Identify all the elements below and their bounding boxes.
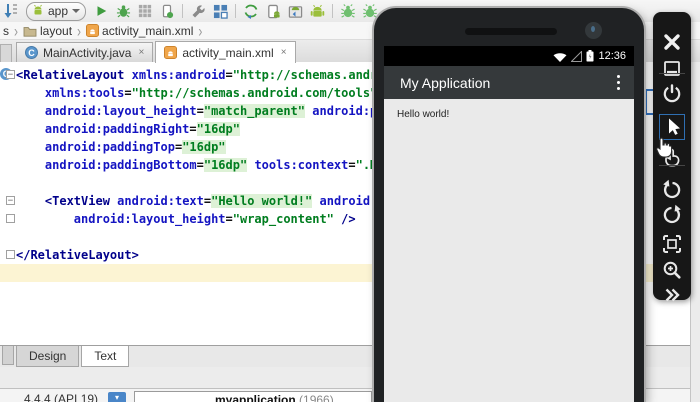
emulator-screen[interactable]: 12:36 My Application Hello world! xyxy=(384,46,634,402)
gradle-sync-button[interactable] xyxy=(242,2,260,20)
fold-marker-icon[interactable]: − xyxy=(6,196,15,206)
device-selector[interactable]: 4.4.4 (API 19) xyxy=(24,392,98,402)
editor-gutter xyxy=(0,84,16,102)
code-text: <TextView android:text="Hello world!" an… xyxy=(44,194,407,208)
tab-design[interactable]: Design xyxy=(16,346,80,367)
signal-icon xyxy=(571,50,583,62)
tab-stub xyxy=(2,346,14,365)
android-monitor-button[interactable] xyxy=(339,2,357,20)
run-config-label: app xyxy=(48,4,69,18)
process-selector[interactable]: myapplication (1966) xyxy=(134,391,372,402)
rotate-right-icon[interactable] xyxy=(660,203,684,227)
toolbar-separator xyxy=(332,4,334,18)
rotate-left-icon[interactable] xyxy=(660,178,684,202)
run-configuration-dropdown[interactable]: app xyxy=(26,1,87,21)
sdk-manager-button[interactable] xyxy=(286,2,304,20)
device-monitor-button[interactable] xyxy=(361,2,379,20)
editor-gutter xyxy=(0,156,16,174)
power-icon[interactable] xyxy=(660,82,684,106)
editor-gutter xyxy=(0,246,16,264)
tab-mainactivity-java[interactable]: C MainActivity.java × xyxy=(16,42,154,62)
device-manager-button[interactable] xyxy=(264,2,282,20)
code-text: android:paddingRight="16dp" xyxy=(44,122,240,136)
status-time: 12:36 xyxy=(598,50,626,62)
toolbar-separator xyxy=(659,73,685,74)
xml-file-icon xyxy=(164,46,178,59)
fold-marker-icon[interactable]: − xyxy=(6,70,15,80)
folder-icon xyxy=(23,26,37,37)
editor-gutter xyxy=(0,174,16,192)
screenshot-icon[interactable] xyxy=(660,232,684,256)
editor-scroll-column[interactable] xyxy=(690,62,700,402)
phone-speaker xyxy=(465,28,557,35)
edit-lines-icon[interactable] xyxy=(2,2,20,20)
toolbar-separator xyxy=(659,165,685,166)
code-text: xmlns:tools="http://schemas.android.com/… xyxy=(44,86,406,100)
battery-icon xyxy=(586,50,594,62)
editor-gutter xyxy=(0,210,16,228)
breadcrumb-separator: › xyxy=(14,20,18,41)
hello-world-text: Hello world! xyxy=(397,109,450,120)
avd-manager-button[interactable] xyxy=(308,2,326,20)
process-name: myapplication xyxy=(215,393,296,402)
device-filter-button[interactable]: ▾ xyxy=(108,392,126,402)
tab-close-icon[interactable]: × xyxy=(281,47,287,58)
run-button[interactable] xyxy=(92,2,110,20)
emulator-window: 12:36 My Application Hello world! xyxy=(374,8,644,402)
android-robot-icon xyxy=(32,4,44,19)
fold-marker-icon[interactable] xyxy=(6,250,15,259)
app-title: My Application xyxy=(400,74,491,91)
editor-gutter xyxy=(0,102,16,120)
debug-button[interactable] xyxy=(114,2,132,20)
code-text: android:layout_height="wrap_content" /> xyxy=(73,212,356,226)
overflow-menu-icon[interactable] xyxy=(617,75,620,93)
breadcrumb-item-res[interactable]: s xyxy=(3,24,9,38)
code-text: android:paddingBottom="16dp" tools:conte… xyxy=(44,158,406,172)
process-pid: (1966) xyxy=(299,393,334,402)
attach-profiler-button[interactable] xyxy=(158,2,176,20)
toolbar-separator xyxy=(182,4,184,18)
code-text: </RelativeLayout> xyxy=(16,248,139,262)
tab-stub xyxy=(0,44,12,62)
chevron-down-icon xyxy=(72,9,81,13)
zoom-in-icon[interactable] xyxy=(660,258,684,282)
class-icon: C xyxy=(25,46,38,59)
breadcrumb-item-layout[interactable]: layout xyxy=(23,24,72,38)
editor-gutter xyxy=(0,264,16,282)
editor-gutter: C− xyxy=(0,66,16,84)
editor-gutter xyxy=(0,228,16,246)
code-text: android:paddingTop="16dp" xyxy=(44,140,226,154)
more-icon[interactable] xyxy=(660,283,684,307)
mouse-cursor xyxy=(654,136,673,162)
android-studio-window: app s › layout › activity_main.xml › C M… xyxy=(0,0,700,402)
editor-gutter xyxy=(0,138,16,156)
android-action-bar: My Application xyxy=(384,66,634,99)
avd-wrench-button[interactable] xyxy=(189,2,207,20)
editor-gutter: − xyxy=(0,192,16,210)
tab-close-icon[interactable]: × xyxy=(138,47,144,58)
editor-gutter xyxy=(0,120,16,138)
android-status-bar: 12:36 xyxy=(384,46,634,66)
breadcrumb-separator: › xyxy=(77,20,82,41)
breadcrumb-item-file[interactable]: activity_main.xml xyxy=(86,24,193,38)
wifi-icon xyxy=(553,52,567,62)
toolbar-separator xyxy=(235,4,237,18)
phone-camera xyxy=(585,22,602,39)
project-structure-button[interactable] xyxy=(211,2,229,20)
close-icon[interactable] xyxy=(660,30,684,54)
tab-text[interactable]: Text xyxy=(81,346,130,367)
minimize-icon[interactable] xyxy=(660,57,684,81)
xml-file-icon xyxy=(86,24,100,37)
app-content: Hello world! xyxy=(384,99,634,130)
fold-marker-icon[interactable] xyxy=(6,214,15,223)
code-text: <RelativeLayout xmlns:android="http://sc… xyxy=(16,68,407,82)
breadcrumb-separator: › xyxy=(198,20,203,41)
tab-activity-main-xml[interactable]: activity_main.xml × xyxy=(155,41,296,63)
code-text: android:layout_height="match_parent" and… xyxy=(44,104,407,118)
coverage-button[interactable] xyxy=(136,2,154,20)
